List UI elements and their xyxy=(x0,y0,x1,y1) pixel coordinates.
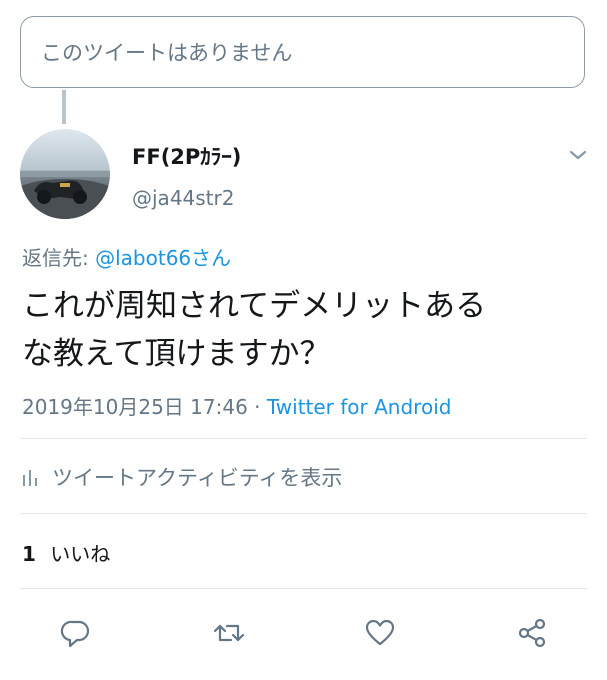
unavailable-tweet-text: このツイートはありません xyxy=(41,41,293,65)
avatar[interactable] xyxy=(20,129,110,219)
likes-label: いいね xyxy=(50,542,111,566)
share-icon xyxy=(518,618,546,648)
reply-icon xyxy=(60,620,90,648)
author-handle[interactable]: @ja44str2 xyxy=(132,186,234,210)
reply-prefix: 返信先: xyxy=(22,246,89,270)
tweet-activity-label: ツイートアクティビティを表示 xyxy=(52,466,343,490)
unavailable-tweet-box: このツイートはありません xyxy=(20,16,585,88)
chevron-down-icon[interactable] xyxy=(566,143,590,167)
tweet-activity-link[interactable]: ツイートアクティビティを表示 xyxy=(22,462,342,492)
tweet-text-line-1: これが周知されてデメリットある xyxy=(22,288,487,324)
reply-button[interactable] xyxy=(59,616,93,650)
tweet-actions-bar xyxy=(0,612,607,652)
tweet-text-line-2: な教えて頂けますか？ xyxy=(22,336,331,372)
tweet-source-link[interactable]: Twitter for Android xyxy=(267,395,452,419)
divider xyxy=(20,588,587,589)
tweet-text: これが周知されてデメリットある な教えて頂けますか？ xyxy=(22,282,592,378)
retweet-icon xyxy=(213,624,245,642)
likes-summary[interactable]: 1 いいね xyxy=(22,538,110,567)
reply-context: 返信先: @labot66さん xyxy=(22,242,231,271)
meta-separator: · xyxy=(254,395,261,419)
avatar-photo-beach xyxy=(20,129,110,219)
like-button[interactable] xyxy=(363,616,397,650)
author-display-name[interactable]: FF(2Pｶﾗｰ) xyxy=(132,141,241,171)
heart-icon xyxy=(365,619,395,646)
thread-connector-line xyxy=(62,90,66,124)
reply-mention-link[interactable]: @labot66さん xyxy=(95,246,231,270)
divider xyxy=(20,513,587,514)
likes-count: 1 xyxy=(22,542,36,566)
tweet-timestamp[interactable]: 2019年10月25日 17:46 xyxy=(22,395,248,419)
share-button[interactable] xyxy=(515,616,549,650)
tweet-meta: 2019年10月25日 17:46 · Twitter for Android xyxy=(22,391,451,420)
bar-chart-icon xyxy=(23,470,37,486)
retweet-button[interactable] xyxy=(212,616,246,650)
divider xyxy=(20,438,587,439)
